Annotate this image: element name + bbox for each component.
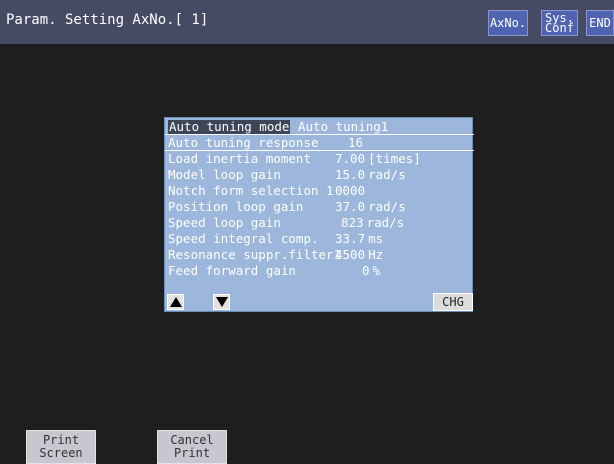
auto-tuning-mode-value: Auto tuning1 — [298, 119, 389, 134]
sys-conf-button[interactable]: Sys. Conf — [541, 10, 578, 36]
cancel-print-button[interactable]: Cancel Print — [157, 430, 227, 464]
param-label: Position loop gain — [168, 199, 304, 214]
scroll-up-button[interactable] — [167, 294, 184, 310]
param-value: 7.00 [times] — [335, 151, 421, 166]
param-value: 16 — [348, 135, 364, 150]
param-label: Feed forward gain — [168, 263, 296, 278]
param-value: 33.7 ms — [335, 231, 384, 246]
print-screen-button[interactable]: Print Screen — [26, 430, 96, 464]
title-bar: Param. Setting AxNo.[ 1] AxNo. Sys. Conf… — [0, 0, 614, 44]
param-label: Speed integral comp. — [168, 231, 319, 246]
param-label: Resonance suppr.filter1 — [168, 247, 342, 262]
cancel-print-line2: Print — [173, 446, 211, 460]
param-row[interactable]: Speed integral comp. 33.7 ms — [165, 232, 474, 246]
param-label: Load inertia moment — [168, 151, 311, 166]
page-title: Param. Setting AxNo.[ 1] — [6, 12, 209, 28]
param-row[interactable]: Feed forward gain 0% — [165, 264, 474, 278]
param-value: 823 rad/s — [341, 215, 405, 230]
param-row[interactable]: Auto tuning response 16 — [165, 136, 474, 151]
param-label: Notch form selection 1 — [168, 183, 334, 198]
param-row[interactable]: Notch form selection 1 0000 — [165, 184, 474, 198]
param-row[interactable]: Model loop gain 15.0 rad/s — [165, 168, 474, 182]
param-label: Model loop gain — [168, 167, 281, 182]
auto-tuning-mode-row[interactable]: Auto tuning mode Auto tuning1 — [165, 120, 474, 135]
print-screen-line2: Screen — [39, 446, 83, 460]
param-label: Auto tuning response — [168, 135, 319, 150]
param-row[interactable]: Position loop gain 37.0 rad/s — [165, 200, 474, 214]
triangle-up-icon — [169, 297, 182, 307]
triangle-down-icon — [215, 297, 228, 307]
param-value: 15.0 rad/s — [335, 167, 406, 182]
param-value: 0000 — [335, 183, 366, 198]
param-row[interactable]: Resonance suppr.filter1 4500 Hz — [165, 248, 474, 262]
chg-button[interactable]: CHG — [433, 293, 473, 311]
param-row[interactable]: Speed loop gain 823 rad/s — [165, 216, 474, 230]
parameter-panel: Auto tuning mode Auto tuning1 Auto tunin… — [164, 117, 474, 312]
param-value: 0% — [362, 263, 381, 278]
param-row[interactable]: Load inertia moment 7.00 [times] — [165, 152, 474, 166]
param-label: Speed loop gain — [168, 215, 281, 230]
param-value: 4500 Hz — [335, 247, 384, 262]
param-value: 37.0 rad/s — [335, 199, 406, 214]
scroll-down-button[interactable] — [213, 294, 230, 310]
end-button[interactable]: END — [586, 10, 614, 36]
sys-conf-line2: Conf — [545, 21, 574, 35]
auto-tuning-mode-label: Auto tuning mode — [168, 119, 291, 134]
axno-button[interactable]: AxNo. — [488, 10, 528, 36]
